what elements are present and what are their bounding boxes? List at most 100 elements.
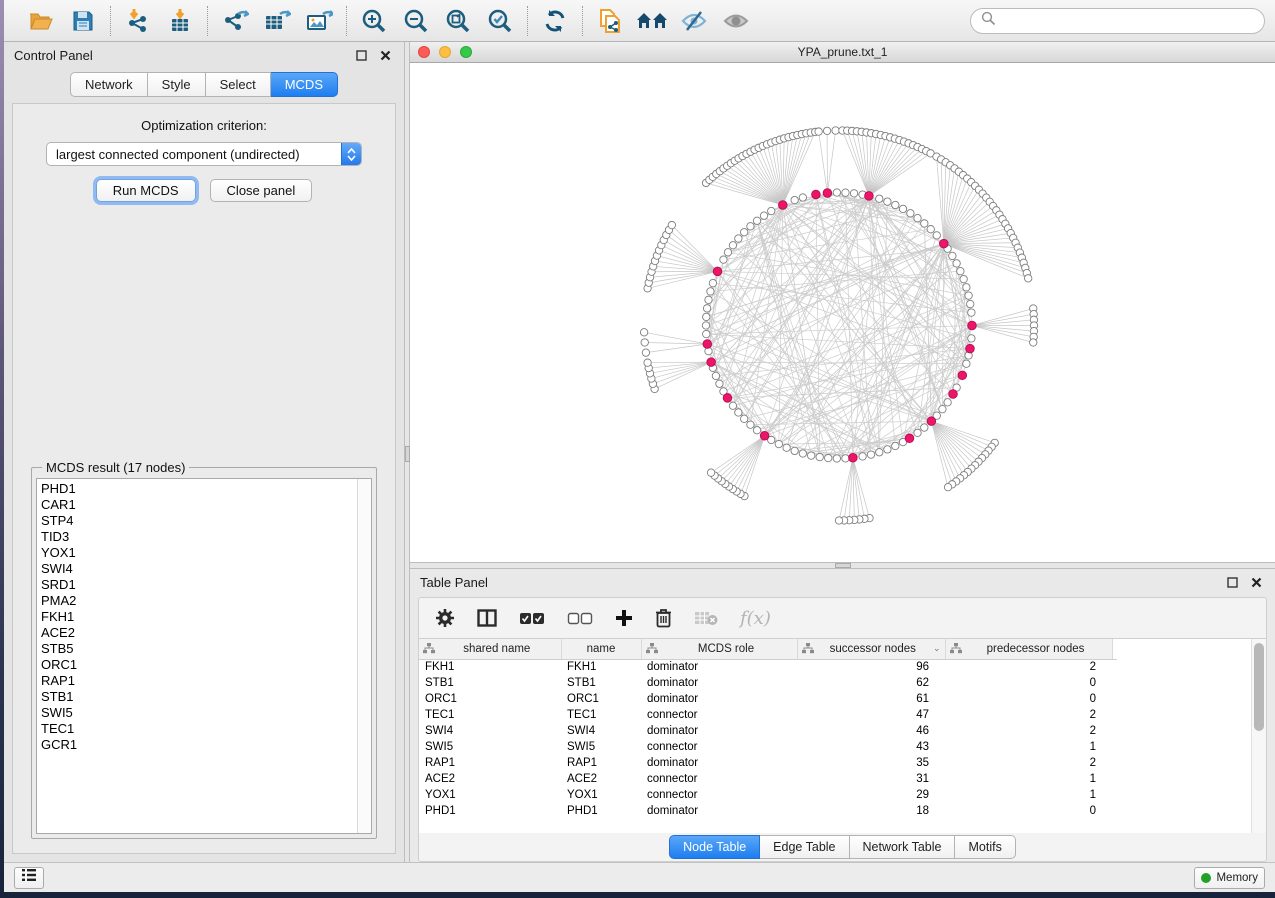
table-row[interactable]: YOX1YOX1connector291: [419, 787, 1117, 803]
table-cell[interactable]: 62: [797, 675, 945, 691]
settings-gear-icon[interactable]: [435, 608, 455, 628]
table-cell[interactable]: 35: [797, 755, 945, 771]
mcds-result-item[interactable]: GCR1: [41, 737, 353, 753]
table-cell[interactable]: ACE2: [561, 771, 641, 787]
table-cell[interactable]: 47: [797, 707, 945, 723]
table-cell[interactable]: 0: [945, 675, 1112, 691]
table-cell[interactable]: ORC1: [419, 691, 561, 707]
table-cell[interactable]: TEC1: [561, 707, 641, 723]
mcds-result-item[interactable]: STB1: [41, 689, 353, 705]
close-panel-button[interactable]: [376, 46, 394, 64]
criterion-dropdown[interactable]: largest connected component (undirected): [46, 142, 362, 166]
tab-edge-table[interactable]: Edge Table: [760, 835, 849, 859]
table-cell[interactable]: 29: [797, 787, 945, 803]
column-header-MCDS-role[interactable]: MCDS role: [641, 639, 797, 659]
import-network-button[interactable]: [120, 5, 156, 37]
task-history-button[interactable]: [14, 867, 44, 889]
network-view-canvas[interactable]: [410, 63, 1275, 562]
table-cell[interactable]: SWI4: [419, 723, 561, 739]
zoom-fit-button[interactable]: [440, 5, 476, 37]
mcds-result-list[interactable]: PHD1CAR1STP4TID3YOX1SWI4SRD1PMA2FKH1ACE2…: [36, 478, 372, 834]
table-cell[interactable]: connector: [641, 739, 797, 755]
table-vertical-scrollbar[interactable]: [1251, 639, 1266, 833]
delete-column-icon[interactable]: [655, 608, 672, 628]
table-cell[interactable]: YOX1: [419, 787, 561, 803]
tab-motifs[interactable]: Motifs: [955, 835, 1015, 859]
network-graph[interactable]: [410, 63, 1275, 562]
table-row[interactable]: STB1STB1dominator620: [419, 675, 1117, 691]
table-row[interactable]: ORC1ORC1dominator610: [419, 691, 1117, 707]
table-cell[interactable]: SWI5: [419, 739, 561, 755]
deselect-all-icon[interactable]: [567, 612, 593, 625]
table-cell[interactable]: dominator: [641, 659, 797, 675]
tab-select[interactable]: Select: [206, 72, 271, 97]
mcds-result-item[interactable]: FKH1: [41, 609, 353, 625]
refresh-button[interactable]: [537, 5, 573, 37]
mcds-result-item[interactable]: SWI5: [41, 705, 353, 721]
horizontal-splitter[interactable]: [410, 562, 1275, 569]
table-cell[interactable]: 18: [797, 803, 945, 819]
table-row[interactable]: RAP1RAP1dominator352: [419, 755, 1117, 771]
table-cell[interactable]: RAP1: [561, 755, 641, 771]
mcds-list-scrollbar[interactable]: [357, 479, 371, 833]
first-neighbors-button[interactable]: [634, 5, 670, 37]
table-cell[interactable]: PHD1: [561, 803, 641, 819]
column-header-successor-nodes[interactable]: successor nodes⌄: [797, 639, 945, 659]
column-chooser-icon[interactable]: [477, 609, 497, 627]
mcds-result-item[interactable]: SWI4: [41, 561, 353, 577]
table-cell[interactable]: TEC1: [419, 707, 561, 723]
export-network-button[interactable]: [217, 5, 253, 37]
table-cell[interactable]: dominator: [641, 755, 797, 771]
tab-style[interactable]: Style: [148, 72, 206, 97]
zoom-out-button[interactable]: [398, 5, 434, 37]
mcds-result-item[interactable]: TID3: [41, 529, 353, 545]
table-cell[interactable]: SWI4: [561, 723, 641, 739]
export-table-button[interactable]: [259, 5, 295, 37]
table-row[interactable]: PHD1PHD1dominator180: [419, 803, 1117, 819]
table-cell[interactable]: 96: [797, 659, 945, 675]
mcds-result-item[interactable]: TEC1: [41, 721, 353, 737]
mcds-result-item[interactable]: RAP1: [41, 673, 353, 689]
table-cell[interactable]: 2: [945, 723, 1112, 739]
table-cell[interactable]: 2: [945, 707, 1112, 723]
add-column-icon[interactable]: [615, 609, 633, 627]
table-cell[interactable]: 46: [797, 723, 945, 739]
table-row[interactable]: TEC1TEC1connector472: [419, 707, 1117, 723]
mcds-result-item[interactable]: SRD1: [41, 577, 353, 593]
table-cell[interactable]: SWI5: [561, 739, 641, 755]
table-cell[interactable]: connector: [641, 771, 797, 787]
table-cell[interactable]: STB1: [561, 675, 641, 691]
table-cell[interactable]: FKH1: [419, 659, 561, 675]
float-table-panel-button[interactable]: [1223, 573, 1241, 591]
mcds-result-item[interactable]: PHD1: [41, 481, 353, 497]
table-cell[interactable]: 1: [945, 787, 1112, 803]
table-cell[interactable]: STB1: [419, 675, 561, 691]
splitter-handle[interactable]: [835, 563, 851, 568]
select-all-icon[interactable]: [519, 612, 545, 625]
copy-network-button[interactable]: [592, 5, 628, 37]
scrollbar-thumb[interactable]: [1254, 643, 1264, 731]
float-panel-button[interactable]: [352, 46, 370, 64]
table-cell[interactable]: dominator: [641, 723, 797, 739]
mcds-result-item[interactable]: YOX1: [41, 545, 353, 561]
table-cell[interactable]: PHD1: [419, 803, 561, 819]
table-cell[interactable]: RAP1: [419, 755, 561, 771]
table-cell[interactable]: connector: [641, 787, 797, 803]
table-cell[interactable]: 61: [797, 691, 945, 707]
export-image-button[interactable]: [301, 5, 337, 37]
tab-network-table[interactable]: Network Table: [850, 835, 956, 859]
zoom-selected-button[interactable]: [482, 5, 518, 37]
open-file-button[interactable]: [23, 5, 59, 37]
close-table-panel-button[interactable]: [1247, 573, 1265, 591]
mcds-result-item[interactable]: STB5: [41, 641, 353, 657]
tab-node-table[interactable]: Node Table: [669, 835, 760, 859]
mcds-result-item[interactable]: STP4: [41, 513, 353, 529]
mcds-result-item[interactable]: CAR1: [41, 497, 353, 513]
table-cell[interactable]: ACE2: [419, 771, 561, 787]
mcds-result-item[interactable]: PMA2: [41, 593, 353, 609]
tab-mcds[interactable]: MCDS: [271, 72, 338, 97]
table-row[interactable]: FKH1FKH1dominator962: [419, 659, 1117, 675]
table-cell[interactable]: dominator: [641, 675, 797, 691]
mcds-result-item[interactable]: ACE2: [41, 625, 353, 641]
table-cell[interactable]: connector: [641, 707, 797, 723]
